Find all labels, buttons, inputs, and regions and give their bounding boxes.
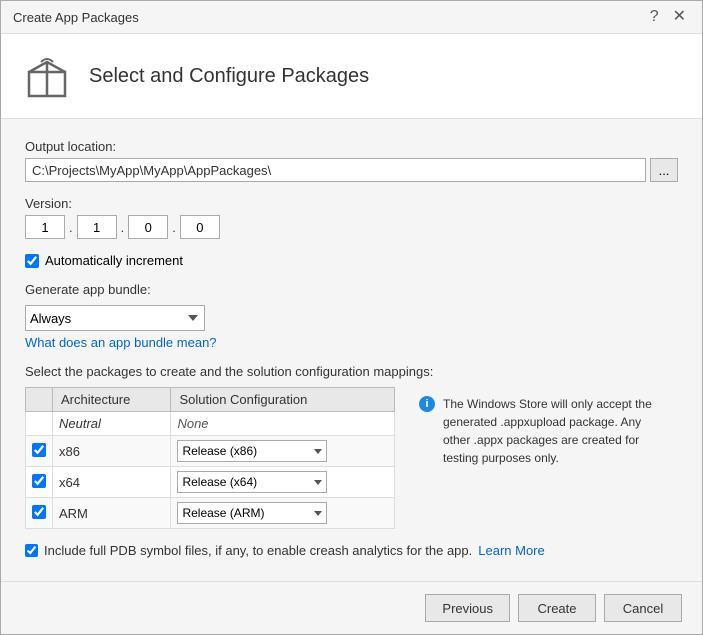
close-button[interactable]: ✕: [669, 9, 690, 25]
version-input-1[interactable]: [25, 215, 65, 239]
row-checkbox[interactable]: [32, 474, 46, 488]
packages-section: Select the packages to create and the so…: [25, 364, 678, 529]
auto-increment-checkbox[interactable]: [25, 254, 39, 268]
packages-table: Architecture Solution Configuration Neut…: [25, 387, 395, 529]
arch-cell: x64: [53, 467, 171, 498]
output-input[interactable]: [25, 158, 646, 182]
version-input-4[interactable]: [180, 215, 220, 239]
pdb-row: Include full PDB symbol files, if any, t…: [25, 543, 678, 558]
create-button[interactable]: Create: [518, 594, 596, 622]
auto-increment-row: Automatically increment: [25, 253, 678, 268]
output-label: Output location:: [25, 139, 678, 154]
version-label: Version:: [25, 196, 678, 211]
row-checkbox[interactable]: [32, 443, 46, 457]
output-row: ...: [25, 158, 678, 182]
config-cell: Release (x86)Release (x64)Release (ARM)D…: [171, 467, 395, 498]
info-box: i The Windows Store will only accept the…: [411, 387, 678, 529]
dialog-title: Create App Packages: [13, 10, 139, 25]
col-header-check: [26, 388, 53, 412]
arch-cell: Neutral: [53, 412, 171, 436]
table-row: ARM Release (x86)Release (x64)Release (AR…: [26, 498, 395, 529]
col-header-config: Solution Configuration: [171, 388, 395, 412]
version-section: Version: . . .: [25, 196, 678, 239]
previous-button[interactable]: Previous: [425, 594, 510, 622]
table-row: x86 Release (x86)Release (x64)Release (AR…: [26, 436, 395, 467]
content: Output location: ... Version: . . . Auto…: [1, 119, 702, 581]
cancel-button[interactable]: Cancel: [604, 594, 682, 622]
info-icon: i: [419, 396, 435, 412]
help-button[interactable]: ?: [646, 9, 663, 25]
version-row: . . .: [25, 215, 678, 239]
browse-button[interactable]: ...: [650, 158, 678, 182]
pdb-label: Include full PDB symbol files, if any, t…: [44, 543, 472, 558]
footer: Previous Create Cancel: [1, 581, 702, 634]
arch-cell: ARM: [53, 498, 171, 529]
bundle-select[interactable]: Always If needed Never: [25, 305, 205, 331]
row-checkbox[interactable]: [32, 505, 46, 519]
packages-area: Architecture Solution Configuration Neut…: [25, 387, 678, 529]
output-section: Output location: ...: [25, 139, 678, 182]
config-select[interactable]: Release (x86)Release (x64)Release (ARM)D…: [177, 440, 327, 462]
config-select[interactable]: Release (x86)Release (x64)Release (ARM)D…: [177, 471, 327, 493]
version-input-2[interactable]: [77, 215, 117, 239]
config-cell: None: [171, 412, 395, 436]
title-bar-controls: ? ✕: [646, 9, 690, 25]
arch-cell: x86: [53, 436, 171, 467]
config-cell: Release (x86)Release (x64)Release (ARM)D…: [171, 436, 395, 467]
config-cell: Release (x86)Release (x64)Release (ARM)D…: [171, 498, 395, 529]
bundle-label: Generate app bundle:: [25, 282, 678, 297]
packages-section-label: Select the packages to create and the so…: [25, 364, 678, 379]
table-row: NeutralNone: [26, 412, 395, 436]
version-input-3[interactable]: [128, 215, 168, 239]
dialog: Create App Packages ? ✕ Select and Confi…: [0, 0, 703, 635]
col-header-arch: Architecture: [53, 388, 171, 412]
bundle-link[interactable]: What does an app bundle mean?: [25, 335, 678, 350]
title-bar: Create App Packages ? ✕: [1, 1, 702, 34]
auto-increment-label[interactable]: Automatically increment: [45, 253, 183, 268]
learn-more-link[interactable]: Learn More: [478, 543, 544, 558]
bundle-section: Generate app bundle: Always If needed Ne…: [25, 282, 678, 350]
package-icon: [21, 50, 73, 102]
header: Select and Configure Packages: [1, 34, 702, 119]
info-text: The Windows Store will only accept the g…: [443, 395, 670, 521]
page-title: Select and Configure Packages: [89, 65, 369, 88]
config-select[interactable]: Release (x86)Release (x64)Release (ARM)D…: [177, 502, 327, 524]
table-row: x64 Release (x86)Release (x64)Release (AR…: [26, 467, 395, 498]
packages-table-container: Architecture Solution Configuration Neut…: [25, 387, 395, 529]
pdb-checkbox[interactable]: [25, 544, 38, 557]
